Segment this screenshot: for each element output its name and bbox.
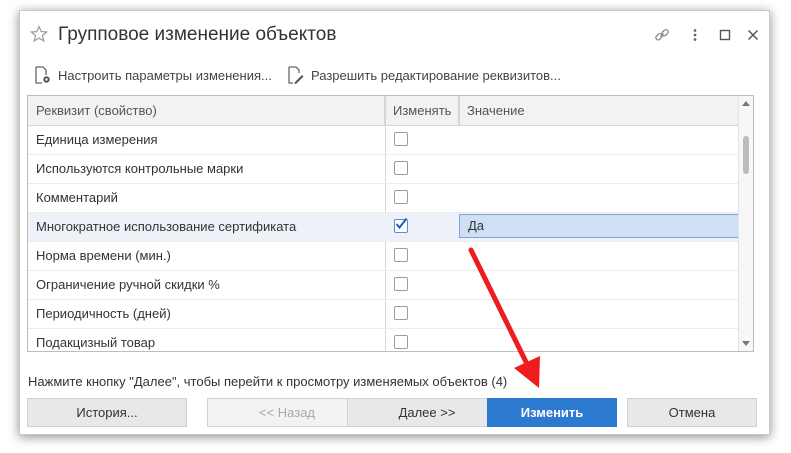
back-button[interactable]: << Назад [207, 398, 367, 427]
change-checkbox[interactable] [394, 132, 408, 146]
table-header: Реквизит (свойство) Изменять Значение [28, 96, 739, 126]
cancel-button[interactable]: Отмена [627, 398, 757, 427]
dialog-title: Групповое изменение объектов [58, 24, 337, 45]
link-icon[interactable] [654, 27, 670, 43]
document-settings-icon [35, 66, 50, 84]
apply-change-button[interactable]: Изменить [487, 398, 617, 427]
checkmark-icon [395, 217, 408, 230]
attribute-name: Подакцизный товар [36, 335, 156, 350]
table-row[interactable]: Используются контрольные марки [28, 155, 739, 184]
title-bar: Групповое изменение объектов [20, 11, 769, 55]
table-row[interactable]: Периодичность (дней) [28, 300, 739, 329]
change-checkbox[interactable] [394, 161, 408, 175]
table-row[interactable]: Норма времени (мин.) [28, 242, 739, 271]
close-icon[interactable] [745, 27, 761, 43]
change-checkbox[interactable] [394, 306, 408, 320]
change-checkbox[interactable] [394, 190, 408, 204]
scroll-up-arrow-icon[interactable] [742, 101, 750, 106]
star-icon[interactable] [29, 24, 49, 43]
change-checkbox[interactable] [394, 277, 408, 291]
allow-edit-attributes-button[interactable]: Разрешить редактирование реквизитов... [285, 63, 561, 87]
next-button[interactable]: Далее >> [347, 398, 507, 427]
attributes-table: Реквизит (свойство) Изменять Значение Ед… [27, 95, 754, 352]
value-field[interactable]: Да [459, 214, 741, 238]
table-row[interactable]: Единица измерения [28, 126, 739, 155]
table-row[interactable]: Подакцизный товар [28, 329, 739, 351]
allow-edit-attributes-label: Разрешить редактирование реквизитов... [311, 67, 561, 83]
change-checkbox-checked[interactable] [394, 217, 408, 233]
vertical-scrollbar[interactable] [738, 96, 753, 351]
history-button[interactable]: История... [27, 398, 187, 427]
change-checkbox[interactable] [394, 248, 408, 262]
hint-text: Нажмите кнопку "Далее", чтобы перейти к … [28, 374, 508, 389]
table-row[interactable]: Комментарий [28, 184, 739, 213]
attribute-name: Единица измерения [36, 132, 158, 147]
attribute-name: Используются контрольные марки [36, 161, 244, 176]
attribute-name: Ограничение ручной скидки % [36, 277, 220, 292]
scroll-thumb[interactable] [743, 136, 749, 174]
more-menu-icon[interactable] [687, 27, 703, 43]
toolbar: Настроить параметры изменения... Разреши… [32, 63, 769, 87]
attribute-name: Комментарий [36, 190, 118, 205]
configure-params-label: Настроить параметры изменения... [58, 67, 272, 83]
attribute-name: Норма времени (мин.) [36, 248, 171, 263]
column-header-change[interactable]: Изменять [385, 96, 459, 125]
change-checkbox[interactable] [394, 335, 408, 349]
scroll-down-arrow-icon[interactable] [742, 341, 750, 346]
maximize-icon[interactable] [717, 27, 733, 43]
table-row-selected[interactable]: Многократное использование сертификата Д… [28, 213, 741, 242]
column-header-attribute[interactable]: Реквизит (свойство) [28, 96, 385, 125]
column-header-value[interactable]: Значение [459, 96, 741, 125]
column-divider [459, 96, 460, 125]
group-edit-dialog: Групповое изменение объектов Настроить п… [19, 10, 770, 435]
attribute-name: Периодичность (дней) [36, 306, 171, 321]
table-row[interactable]: Ограничение ручной скидки % [28, 271, 739, 300]
attribute-name: Многократное использование сертификата [36, 219, 297, 234]
configure-params-button[interactable]: Настроить параметры изменения... [32, 63, 272, 87]
document-edit-icon [288, 66, 304, 84]
